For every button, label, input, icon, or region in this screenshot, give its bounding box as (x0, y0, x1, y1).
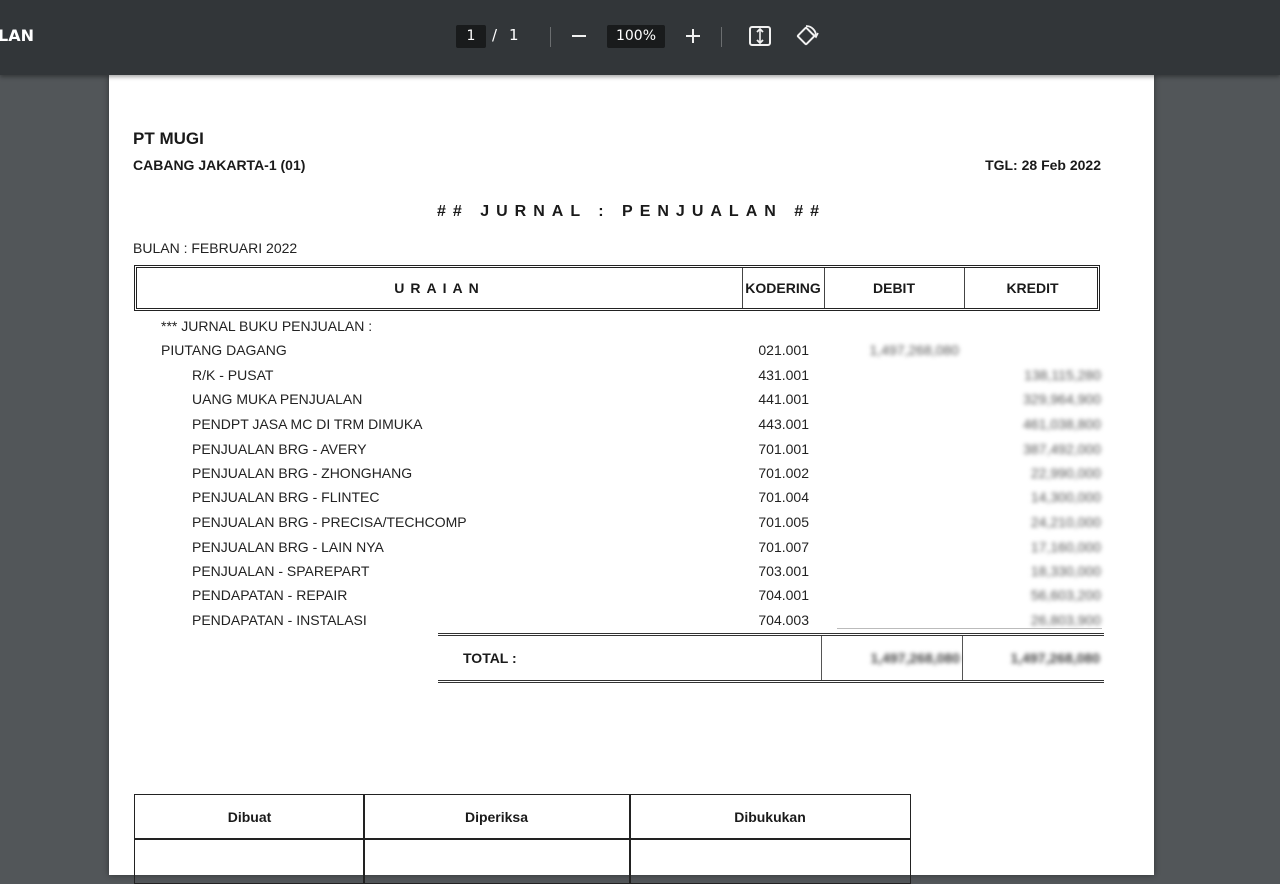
rotate-button[interactable] (792, 22, 820, 50)
journal-table-header: URAIAN KODERING DEBIT KREDIT (134, 265, 1100, 311)
row-kodering: 441.001 (758, 391, 809, 407)
report-title: ## JURNAL : PENJUALAN ## (436, 203, 827, 220)
table-row: *** JURNAL BUKU PENJUALAN : (109, 318, 1154, 342)
table-row: PENJUALAN BRG - PRECISA/TECHCOMP 701.005… (109, 514, 1154, 538)
row-description: R/K - PUSAT (192, 367, 274, 383)
row-description: PIUTANG DAGANG (161, 342, 287, 358)
branch-name: CABANG JAKARTA-1 (01) (133, 157, 306, 173)
row-kodering: 443.001 (758, 416, 809, 432)
table-row: PENJUALAN BRG - AVERY 701.001 387,492,00… (109, 441, 1154, 465)
row-kredit: 56,603,200 (1030, 587, 1101, 603)
row-debit: 1,497,268,080 (869, 342, 959, 358)
row-description: *** JURNAL BUKU PENJUALAN : (161, 318, 373, 334)
company-name: PT MUGI (133, 129, 204, 148)
row-description: PENJUALAN BRG - ZHONGHANG (192, 465, 413, 481)
table-row: PENJUALAN BRG - FLINTEC 701.004 14,300,0… (109, 489, 1154, 513)
toolbar-divider (550, 27, 551, 47)
row-kodering: 701.004 (758, 489, 809, 505)
row-kredit: 22,990,000 (1030, 465, 1101, 481)
row-description: PENJUALAN - SPAREPART (192, 563, 370, 579)
row-kredit: 329,964,900 (1023, 391, 1101, 407)
row-kodering: 431.001 (758, 367, 809, 383)
minus-icon (572, 35, 586, 37)
row-description: PENJUALAN BRG - PRECISA/TECHCOMP (192, 514, 467, 530)
row-kodering: 021.001 (758, 342, 809, 358)
pdf-toolbar: LAN 1 / 1 100% (0, 0, 1280, 75)
header-debit: DEBIT (873, 280, 915, 296)
row-kredit: 26,803,900 (1030, 612, 1101, 628)
row-description: PENDAPATAN - INSTALASI (192, 612, 367, 628)
row-kredit: 14,300,000 (1030, 489, 1101, 505)
table-row: PENJUALAN BRG - LAIN NYA 701.007 17,160,… (109, 539, 1154, 563)
sign-diperiksa: Diperiksa (464, 809, 529, 825)
row-kredit: 18,330,000 (1030, 563, 1101, 579)
table-row: UANG MUKA PENJUALAN 441.001 329,964,900 (109, 391, 1154, 415)
row-kredit: 138,115,280 (1024, 367, 1101, 383)
fit-to-page-button[interactable] (746, 22, 774, 50)
document-title: LAN (0, 26, 34, 45)
total-label: TOTAL : (463, 650, 517, 666)
row-description: PENJUALAN BRG - FLINTEC (192, 489, 380, 505)
zoom-in-button[interactable] (679, 22, 707, 50)
page-number-input[interactable]: 1 (456, 25, 486, 48)
row-description: PENDAPATAN - REPAIR (192, 587, 348, 603)
row-kredit: 17,160,000 (1030, 539, 1101, 555)
plus-icon (686, 29, 700, 43)
row-description: PENDPT JASA MC DI TRM DIMUKA (192, 416, 423, 432)
total-debit: 1,497,268,080 (870, 650, 960, 666)
subtotal-rule (837, 628, 1102, 629)
pdf-page: PT MUGI CABANG JAKARTA-1 (01) TGL: 28 Fe… (109, 75, 1154, 884)
rotate-icon (796, 25, 819, 46)
row-description: PENJUALAN BRG - AVERY (192, 441, 367, 457)
total-kredit: 1,497,268,080 (1010, 650, 1100, 666)
row-kodering: 704.001 (758, 587, 809, 603)
total-divider (821, 636, 822, 680)
row-description: PENJUALAN BRG - LAIN NYA (192, 539, 384, 555)
table-row: PIUTANG DAGANG 021.001 1,497,268,080 (109, 342, 1154, 366)
header-uraian: URAIAN (394, 280, 485, 296)
row-kodering: 701.005 (758, 514, 809, 530)
report-month: BULAN : FEBRUARI 2022 (133, 240, 298, 256)
header-kredit: KREDIT (1006, 280, 1059, 296)
report-date: TGL: 28 Feb 2022 (985, 157, 1101, 173)
table-row: PENDAPATAN - REPAIR 704.001 56,603,200 (109, 587, 1154, 611)
table-row: R/K - PUSAT 431.001 138,115,280 (109, 367, 1154, 391)
fit-to-page-icon (749, 26, 771, 46)
zoom-level-input[interactable]: 100% (607, 25, 665, 48)
row-kodering: 701.007 (758, 539, 809, 555)
sign-dibukukan: Dibukukan (734, 809, 806, 825)
zoom-out-button[interactable] (565, 22, 593, 50)
header-kodering: KODERING (745, 280, 821, 296)
table-row: PENJUALAN BRG - ZHONGHANG 701.002 22,990… (109, 465, 1154, 489)
toolbar-divider (721, 27, 722, 47)
row-kredit: 24,210,000 (1030, 514, 1101, 530)
row-kodering: 701.002 (758, 465, 809, 481)
table-row: PENJUALAN - SPAREPART 703.001 18,330,000 (109, 563, 1154, 587)
row-kodering: 701.001 (758, 441, 809, 457)
row-kredit: 387,492,000 (1023, 441, 1101, 457)
row-kodering: 703.001 (758, 563, 809, 579)
row-description: UANG MUKA PENJUALAN (192, 391, 363, 407)
sign-header-rule (135, 838, 910, 840)
sign-dibuat: Dibuat (227, 809, 272, 825)
total-divider (962, 636, 963, 680)
row-kodering: 704.003 (758, 612, 809, 628)
row-kredit: 461,038,800 (1023, 416, 1101, 432)
table-row: PENDPT JASA MC DI TRM DIMUKA 443.001 461… (109, 416, 1154, 440)
page-separator: / (492, 26, 498, 44)
total-row: TOTAL : 1,497,268,080 1,497,268,080 (438, 633, 1104, 683)
signature-table: Dibuat Diperiksa Dibukukan (134, 794, 911, 884)
page-total: 1 (509, 26, 519, 44)
